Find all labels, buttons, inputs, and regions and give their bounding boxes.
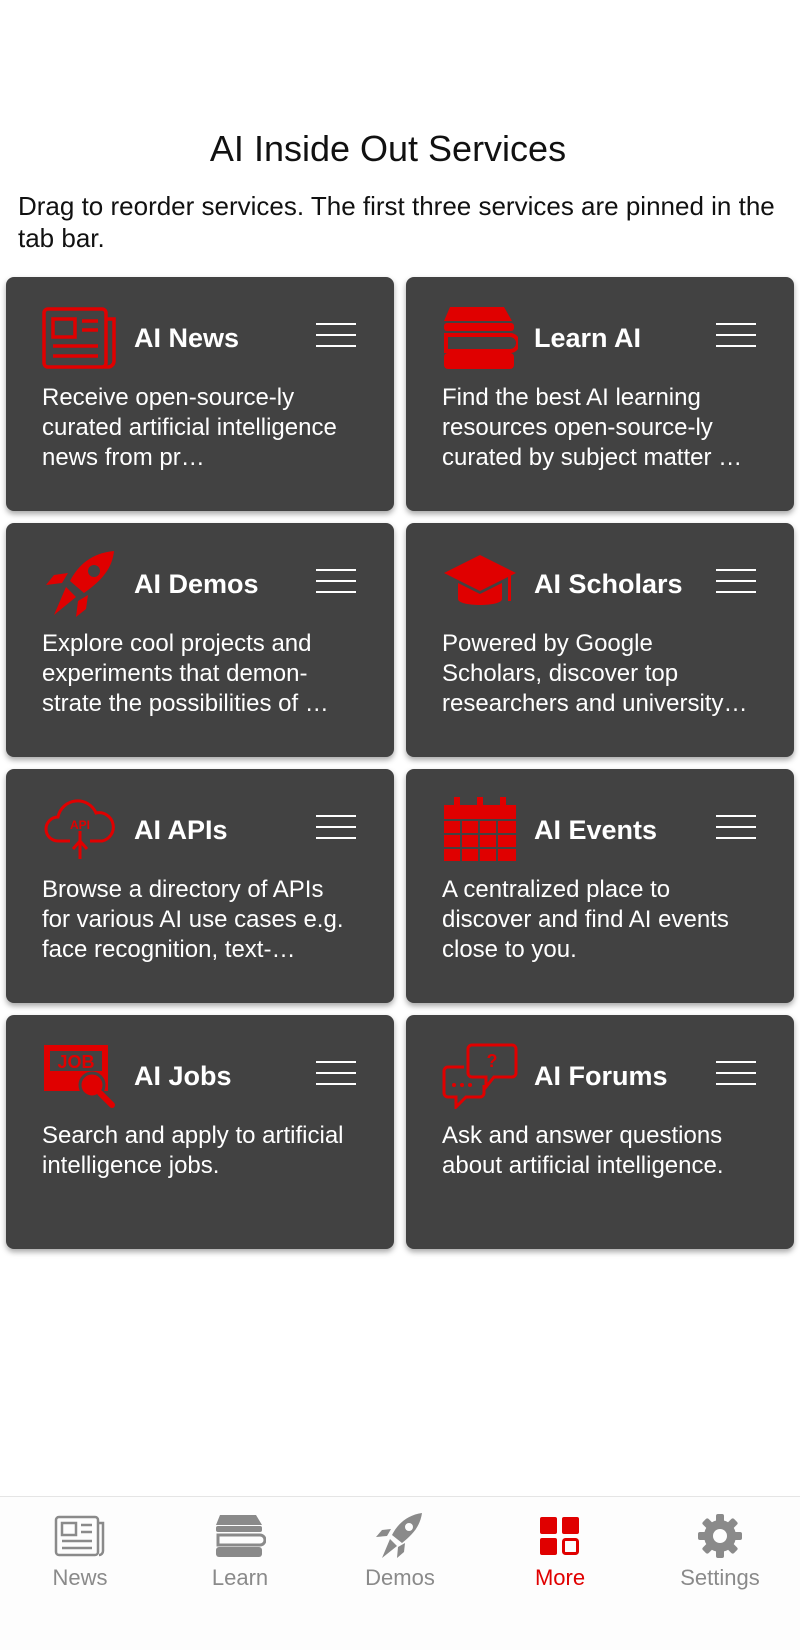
tab-more[interactable]: More	[480, 1497, 640, 1650]
tab-label: Learn	[211, 1565, 269, 1590]
service-description: A centralized place to discover and find…	[442, 876, 729, 963]
drag-handle-icon[interactable]	[316, 569, 356, 593]
drag-handle-icon[interactable]	[316, 815, 356, 839]
books-icon	[214, 1513, 266, 1559]
newspaper-icon	[54, 1513, 106, 1559]
service-description: Find the best AI learning resources open…	[442, 384, 743, 471]
service-title: AI Demos	[134, 569, 259, 599]
tab-label: Demos	[365, 1565, 435, 1590]
bottom-tab-bar: News Learn Demos More Settings	[0, 1496, 800, 1650]
drag-handle-icon[interactable]	[716, 815, 756, 839]
service-description: Powered by Google Scholars, discover top…	[442, 630, 748, 717]
service-card-ai-jobs[interactable]: JOB AI Jobs Search and apply to artifici…	[6, 1015, 394, 1249]
service-description: Explore cool projects and experiments th…	[42, 630, 329, 717]
service-title: AI News	[134, 323, 240, 353]
forum-icon: ?	[442, 1043, 518, 1109]
service-description: Browse a directory of APIs for various A…	[42, 876, 344, 963]
rocket-icon	[374, 1513, 426, 1559]
service-card-ai-demos[interactable]: AI Demos Explore cool projects and exper…	[6, 523, 394, 757]
books-icon	[442, 305, 518, 371]
service-title: AI APIs	[134, 815, 228, 845]
grid-icon	[534, 1513, 586, 1559]
tab-learn[interactable]: Learn	[160, 1497, 320, 1650]
drag-handle-icon[interactable]	[316, 1061, 356, 1085]
page-subtitle: Drag to reorder services. The first thre…	[18, 191, 775, 253]
drag-handle-icon[interactable]	[716, 323, 756, 347]
drag-handle-icon[interactable]	[716, 569, 756, 593]
service-card-ai-scholars[interactable]: AI Scholars Powered by Google Scholars, …	[406, 523, 794, 757]
tab-news[interactable]: News	[0, 1497, 160, 1650]
svg-text:JOB: JOB	[57, 1052, 94, 1072]
drag-handle-icon[interactable]	[716, 1061, 756, 1085]
api-cloud-icon: API	[42, 797, 118, 863]
page-title: AI Inside Out Services	[209, 128, 567, 169]
service-title: AI Forums	[534, 1061, 668, 1091]
tab-label: More	[534, 1565, 586, 1590]
service-card-learn-ai[interactable]: Learn AI Find the best AI learning resou…	[406, 277, 794, 511]
svg-text:?: ?	[487, 1051, 498, 1071]
services-grid: AI News Receive open-source-ly curated a…	[6, 277, 794, 1249]
job-search-icon: JOB	[42, 1043, 118, 1109]
service-card-ai-news[interactable]: AI News Receive open-source-ly curated a…	[6, 277, 394, 511]
service-description: Search and apply to artificial intellige…	[42, 1122, 344, 1179]
service-title: AI Jobs	[134, 1061, 232, 1091]
service-title: AI Events	[534, 815, 658, 845]
service-title: AI Scholars	[534, 569, 683, 599]
service-card-ai-events[interactable]: AI Events A centralized place to discove…	[406, 769, 794, 1003]
calendar-icon	[442, 797, 518, 863]
graduation-cap-icon	[442, 551, 518, 617]
tab-settings[interactable]: Settings	[640, 1497, 800, 1650]
service-description: Ask and answer questions about artificia…	[442, 1122, 724, 1179]
service-title: Learn AI	[534, 323, 642, 353]
tab-label: News	[52, 1565, 108, 1590]
service-description: Receive open-source-ly curated artificia…	[42, 384, 337, 471]
rocket-icon	[42, 551, 118, 617]
newspaper-icon	[42, 305, 118, 371]
service-card-ai-apis[interactable]: API AI APIs Browse a directory of APIs f…	[6, 769, 394, 1003]
service-card-ai-forums[interactable]: ? AI Forums Ask and answer questions abo…	[406, 1015, 794, 1249]
tab-label: Settings	[680, 1565, 760, 1590]
gear-icon	[694, 1513, 746, 1559]
tab-demos[interactable]: Demos	[320, 1497, 480, 1650]
drag-handle-icon[interactable]	[316, 323, 356, 347]
svg-text:API: API	[70, 818, 90, 832]
